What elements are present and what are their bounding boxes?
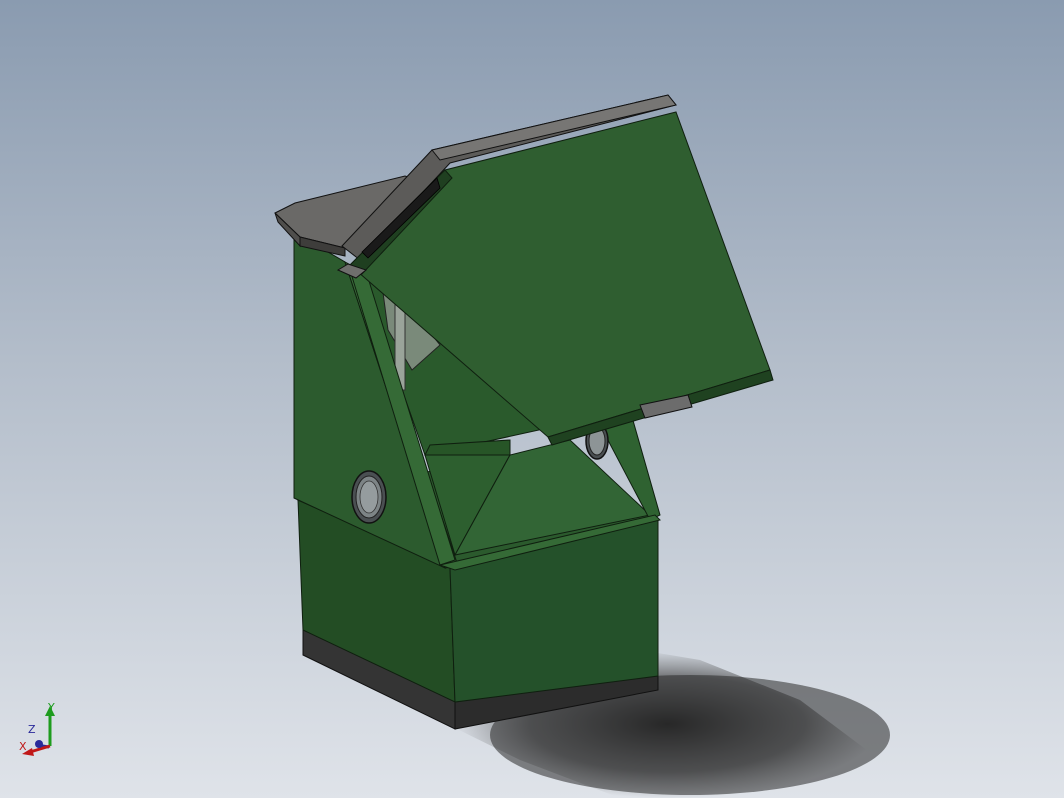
axis-x-label: X: [19, 740, 27, 753]
axis-z-label: Z: [28, 723, 36, 736]
enclosure-model[interactable]: [0, 0, 1064, 798]
z-axis-dot-icon: [35, 740, 43, 748]
graphics-viewport[interactable]: [0, 0, 1064, 798]
axis-y-label: Y: [48, 701, 55, 714]
cable-gland-left: [351, 470, 387, 524]
coordinate-triad: Y Z X: [14, 700, 64, 760]
